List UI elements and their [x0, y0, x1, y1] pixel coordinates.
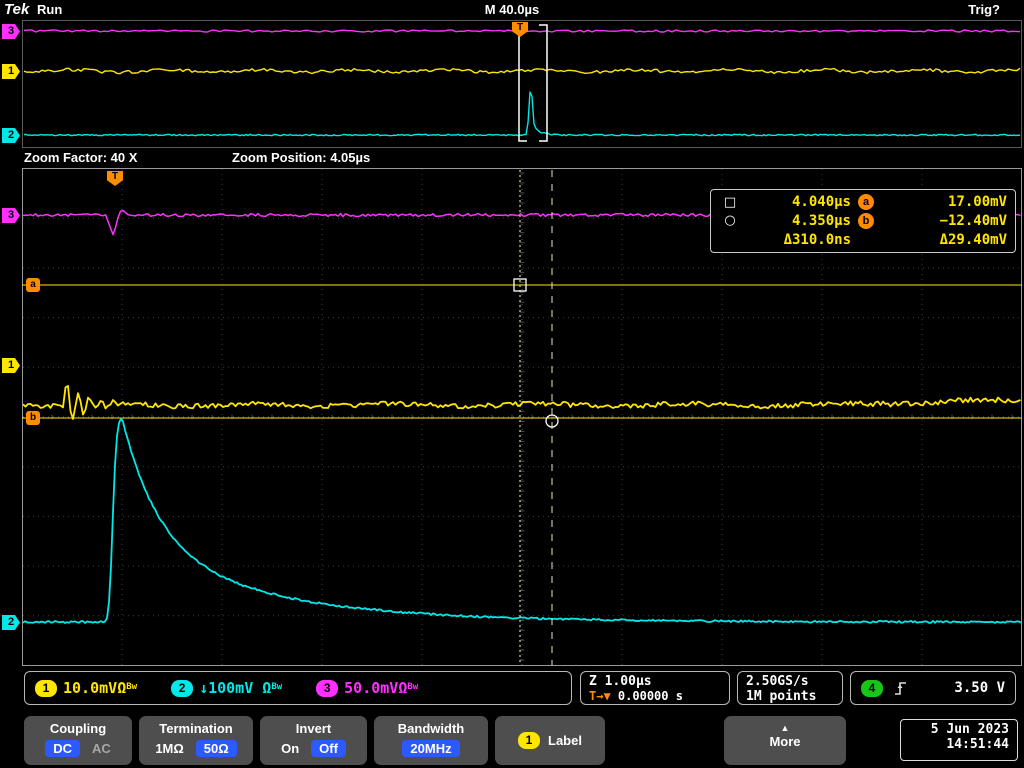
acquisition-status: Run: [37, 2, 63, 17]
ch2-scale-readout[interactable]: ↓100mV ΩBw: [199, 679, 282, 697]
trigger-source-badge: 4: [861, 679, 883, 697]
menu-termination-title: Termination: [159, 721, 233, 736]
termination-1mohm-option[interactable]: 1MΩ: [155, 741, 183, 756]
more-up-arrow-icon: ▲: [780, 723, 790, 733]
ch1-unit: Ω: [117, 679, 127, 697]
waveform-display: [22, 20, 1022, 666]
cursor-a-value: 17.00mV: [947, 194, 1007, 211]
cursor-b-badge: b: [858, 212, 874, 229]
cursor1-square-symbol: □: [723, 194, 737, 210]
invert-off-option[interactable]: Off: [311, 740, 346, 757]
channel-readouts: 1 10.0mVΩBw 2 ↓100mV ΩBw 3 50.0mVΩBw: [24, 671, 572, 705]
ch3-scale-readout[interactable]: 50.0mVΩBw: [344, 679, 418, 697]
ch3-scale: 50.0mV: [344, 679, 399, 697]
trigger-delay-readout: 0.00000 s: [617, 689, 683, 703]
cursor2-time: 4.350µs: [791, 212, 851, 229]
cursor2-circle-symbol: ○: [724, 213, 736, 229]
zoom-scale-readout: Z 1.00µs: [589, 674, 652, 689]
bandwidth-20mhz-option[interactable]: 20MHz: [402, 740, 460, 757]
zoom-factor-label: Zoom Factor: 40 X: [24, 150, 138, 165]
ch2-badge[interactable]: 2: [171, 679, 194, 697]
main-timebase-readout[interactable]: M 40.0µs: [485, 2, 539, 17]
cursor-a-badge: a: [858, 194, 874, 211]
datetime-display: 5 Jun 2023 14:51:44: [900, 719, 1018, 761]
coupling-dc-option[interactable]: DC: [45, 740, 80, 757]
trigger-readout[interactable]: 4 3.50 V: [850, 671, 1016, 705]
time-display: 14:51:44: [946, 737, 1009, 752]
cursor-b-marker[interactable]: b: [26, 411, 40, 425]
menu-bandwidth[interactable]: Bandwidth 20MHz: [374, 716, 488, 765]
trigger-slope-icon: [895, 681, 906, 695]
trigger-level-readout: 3.50 V: [954, 680, 1005, 696]
menu-termination[interactable]: Termination 1MΩ 50Ω: [139, 716, 253, 765]
cursor-readout-box: □ 4.040µs a 17.00mV ○ 4.350µs b −12.40mV…: [710, 189, 1016, 253]
ch3-bw-indicator: Bw: [407, 682, 419, 692]
horizontal-readout[interactable]: Z 1.00µs T→▼ 0.00000 s: [580, 671, 730, 705]
cursor1-time: 4.040µs: [791, 194, 851, 211]
menu-label[interactable]: 1 Label: [495, 716, 605, 765]
menu-label-title: Label: [548, 733, 582, 748]
label-ch1-badge: 1: [518, 732, 541, 749]
record-length-readout: 1M points: [746, 689, 817, 704]
sample-rate-readout: 2.50GS/s: [746, 674, 809, 689]
cursor-delta-value: Δ29.40mV: [939, 231, 1007, 248]
trigger-position-icon: T→▼: [589, 689, 611, 703]
ch2-scale: ↓100mV: [199, 679, 254, 697]
ch2-unit: Ω: [262, 679, 272, 697]
menu-more-title: More: [769, 734, 801, 749]
acquisition-readout[interactable]: 2.50GS/s 1M points: [737, 671, 843, 705]
ch2-bw-indicator: Bw: [271, 682, 283, 692]
menu-invert-title: Invert: [295, 721, 332, 736]
invert-on-option[interactable]: On: [281, 741, 299, 756]
ch1-scale: 10.0mV: [63, 679, 118, 697]
coupling-ac-option[interactable]: AC: [92, 741, 111, 756]
menu-bandwidth-title: Bandwidth: [397, 721, 465, 736]
oscilloscope-screen: Tek Run M 40.0µs Trig? 3 1 2 T Zoom Fact…: [0, 0, 1024, 768]
menu-more[interactable]: ▲ More: [724, 716, 846, 765]
zoom-position-label: Zoom Position: 4.05µs: [232, 150, 371, 165]
cursor-delta-time: Δ310.0ns: [783, 231, 851, 248]
trigger-status: Trig?: [968, 2, 1000, 17]
termination-50ohm-option[interactable]: 50Ω: [195, 740, 237, 757]
tek-logo: Tek: [4, 1, 30, 18]
cursor-b-value: −12.40mV: [939, 212, 1007, 229]
date-display: 5 Jun 2023: [930, 722, 1009, 737]
ch1-scale-readout[interactable]: 10.0mVΩBw: [63, 679, 137, 697]
cursor-a-marker[interactable]: a: [26, 278, 40, 292]
menu-coupling-title: Coupling: [49, 721, 107, 736]
ch1-badge[interactable]: 1: [35, 679, 57, 697]
ch3-badge[interactable]: 3: [316, 679, 339, 697]
menu-coupling[interactable]: Coupling DC AC: [24, 716, 132, 765]
ch1-bw-indicator: Bw: [126, 682, 138, 692]
menu-invert[interactable]: Invert On Off: [260, 716, 367, 765]
